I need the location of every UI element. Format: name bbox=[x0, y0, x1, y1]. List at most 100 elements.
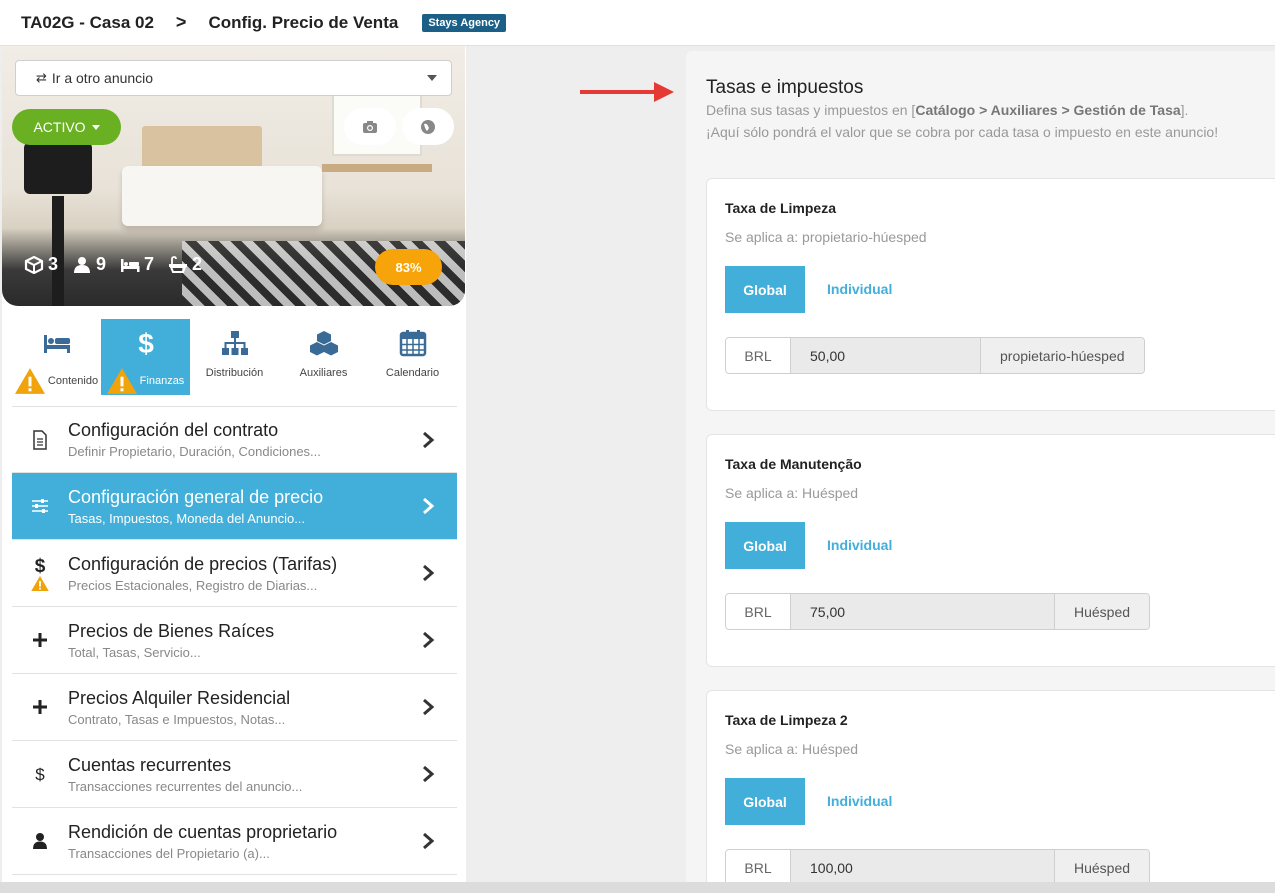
annotation-arrow bbox=[580, 82, 674, 102]
photos-button[interactable] bbox=[344, 108, 396, 145]
stat-guests-value: 9 bbox=[96, 254, 107, 274]
section-tabs: Contenido $ Finanzas Distribución Auxili… bbox=[12, 319, 457, 396]
section-help: Defina sus tasas y impuestos en [Catálog… bbox=[706, 102, 1189, 118]
stat-baths: 2 bbox=[168, 254, 202, 275]
menu-item-alquiler-residencial[interactable]: Precios Alquiler Residencial Contrato, T… bbox=[12, 674, 457, 741]
bed-icon bbox=[121, 258, 140, 272]
stat-guests: 9 bbox=[72, 254, 106, 275]
stat-beds: 7 bbox=[120, 254, 154, 275]
user-icon bbox=[33, 833, 47, 849]
photo-tripod bbox=[52, 196, 64, 306]
menu-item-rendicion-cuentas[interactable]: Rendición de cuentas proprietario Transa… bbox=[12, 808, 457, 875]
taskbar-strip bbox=[0, 882, 1275, 893]
menu-item-bienes-raices[interactable]: Precios de Bienes Raíces Total, Tasas, S… bbox=[12, 607, 457, 674]
menu-item-subtitle: Precios Estacionales, Registro de Diaria… bbox=[68, 577, 318, 593]
chevron-right-icon bbox=[423, 431, 435, 449]
tab-calendario-label: Calendario bbox=[385, 367, 440, 379]
listing-stats: 3 9 7 2 bbox=[24, 254, 216, 275]
tax-value-group: BRL 75,00 Huésped bbox=[725, 593, 1151, 630]
applies-suffix: Huésped bbox=[1055, 850, 1150, 885]
tax-card: Taxa de Manutenção Se aplica a: Huésped … bbox=[706, 434, 1275, 667]
menu-item-subtitle: Transacciones del Propietario (a)... bbox=[68, 845, 270, 861]
photo-desk bbox=[322, 164, 432, 172]
menu-item-title: Cuentas recurrentes bbox=[68, 754, 232, 775]
page-title: Config. Precio de Venta bbox=[208, 12, 399, 32]
tab-contenido-label: Contenido bbox=[47, 375, 99, 387]
menu-item-title: Configuración general de precio bbox=[68, 486, 324, 507]
menu-item-subtitle: Definir Propietario, Duración, Condicion… bbox=[68, 444, 321, 459]
tax-value-input[interactable]: 100,00 bbox=[791, 850, 1055, 885]
menu-item-title: Configuración del contrato bbox=[68, 420, 279, 440]
sitemap-icon bbox=[221, 331, 248, 355]
dollar-icon: $ bbox=[35, 556, 46, 576]
menu-item-tarifas[interactable]: $ Configuración de precios (Tarifas) Pre… bbox=[12, 540, 457, 607]
currency-label: BRL bbox=[726, 594, 791, 629]
listing-code[interactable]: TA02G - Casa 02 bbox=[21, 13, 154, 33]
tax-name: Taxa de Limpeza 2 bbox=[725, 712, 848, 728]
chevron-right-icon bbox=[423, 832, 435, 850]
individual-button[interactable]: Individual bbox=[827, 281, 892, 297]
cube-icon bbox=[24, 255, 44, 274]
menu-item-contrato[interactable]: Configuración del contrato Definir Propi… bbox=[12, 406, 457, 473]
dollar-icon: $ bbox=[35, 765, 45, 784]
menu-item-subtitle: Tasas, Impuestos, Moneda del Anuncio... bbox=[68, 510, 306, 526]
stat-rooms: 3 bbox=[24, 254, 58, 275]
chevron-right-icon bbox=[423, 564, 435, 582]
finance-menu: Configuración del contrato Definir Propi… bbox=[12, 406, 457, 875]
tax-value-group: BRL 50,00 propietario-húesped bbox=[725, 337, 1145, 374]
tax-card: Taxa de Limpeza Se aplica a: propietario… bbox=[706, 178, 1275, 411]
plus-icon bbox=[33, 700, 47, 714]
photo-camera bbox=[24, 142, 92, 194]
completion-badge: 83% bbox=[375, 249, 442, 285]
chevron-right-icon bbox=[423, 698, 435, 716]
document-icon bbox=[33, 429, 47, 450]
stat-rooms-value: 3 bbox=[48, 254, 59, 274]
tab-distribucion-label: Distribución bbox=[205, 367, 264, 379]
global-button[interactable]: Global bbox=[725, 522, 805, 569]
menu-item-title: Precios de Bienes Raíces bbox=[68, 620, 275, 641]
tab-finanzas-label: Finanzas bbox=[139, 375, 185, 387]
global-button[interactable]: Global bbox=[725, 778, 805, 825]
individual-button[interactable]: Individual bbox=[827, 537, 892, 553]
calendar-icon bbox=[399, 330, 426, 357]
listing-sidebar: ⇄ Ir a otro anuncio ACTIVO 3 9 7 2 83% C… bbox=[2, 46, 466, 893]
bathtub-icon bbox=[169, 255, 188, 273]
sliders-icon bbox=[32, 499, 48, 513]
tax-value-input[interactable]: 50,00 bbox=[791, 338, 981, 373]
currency-label: BRL bbox=[726, 850, 791, 885]
photo-bed bbox=[122, 166, 322, 226]
jump-listing-select[interactable]: ⇄ Ir a otro anuncio bbox=[15, 60, 452, 96]
tab-distribucion[interactable]: Distribución bbox=[190, 319, 279, 395]
camera-icon bbox=[363, 120, 377, 133]
tab-calendario[interactable]: Calendario bbox=[368, 319, 457, 395]
tab-finanzas[interactable]: $ Finanzas bbox=[101, 319, 190, 395]
tax-value-input[interactable]: 75,00 bbox=[791, 594, 1055, 629]
tab-contenido[interactable]: Contenido bbox=[12, 319, 101, 395]
agency-badge: Stays Agency bbox=[422, 13, 507, 32]
section-title: Tasas e impuestos bbox=[706, 77, 864, 98]
user-icon bbox=[74, 256, 91, 273]
chevron-down-icon bbox=[427, 75, 437, 81]
warning-icon bbox=[14, 368, 45, 394]
menu-item-title: Precios Alquiler Residencial bbox=[68, 687, 291, 708]
status-dropdown-button[interactable]: ACTIVO bbox=[12, 109, 121, 145]
tax-card: Taxa de Limpeza 2 Se aplica a: Huésped G… bbox=[706, 690, 1275, 893]
tax-applies-to: Se aplica a: Huésped bbox=[725, 485, 859, 501]
menu-item-cuentas-recurrentes[interactable]: $ Cuentas recurrentes Transacciones recu… bbox=[12, 741, 457, 808]
individual-button[interactable]: Individual bbox=[827, 793, 892, 809]
globe-icon bbox=[421, 119, 435, 134]
chevron-right-icon bbox=[423, 765, 435, 783]
currency-label: BRL bbox=[726, 338, 791, 373]
top-header: TA02G - Casa 02 > Config. Precio de Vent… bbox=[0, 0, 1275, 46]
global-button[interactable]: Global bbox=[725, 266, 805, 313]
svg-text:$: $ bbox=[138, 329, 154, 357]
website-button[interactable] bbox=[402, 108, 454, 145]
tax-applies-to: Se aplica a: Huésped bbox=[725, 741, 859, 757]
swap-arrows-icon: ⇄ bbox=[36, 70, 47, 85]
menu-item-title: Rendición de cuentas proprietario bbox=[68, 821, 338, 842]
menu-item-title: Configuración de precios (Tarifas) bbox=[68, 553, 338, 574]
menu-item-precio-general[interactable]: Configuración general de precio Tasas, I… bbox=[12, 473, 457, 540]
menu-item-subtitle: Total, Tasas, Servicio... bbox=[68, 644, 201, 660]
caret-down-icon bbox=[91, 124, 100, 130]
tab-auxiliares[interactable]: Auxiliares bbox=[279, 319, 368, 395]
